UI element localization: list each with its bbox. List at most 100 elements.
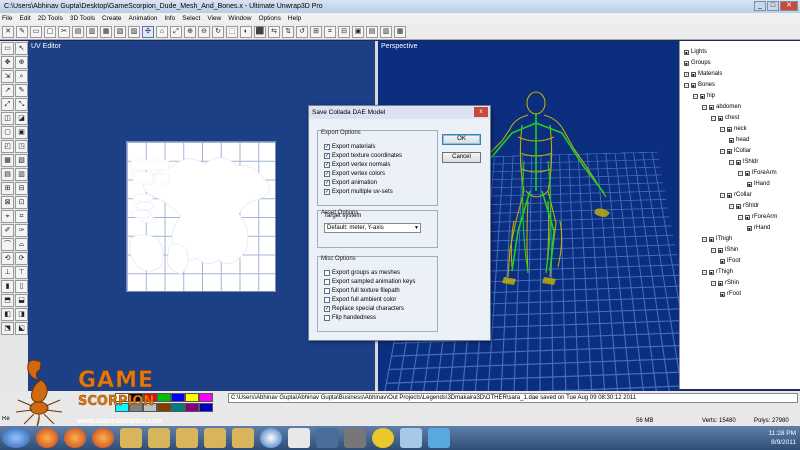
misc-options-row[interactable]: Export full ambient color — [324, 295, 415, 304]
left-tool-button[interactable]: ◳ — [15, 140, 28, 153]
menu-2d-tools[interactable]: 2D Tools — [38, 15, 63, 22]
toolbar-button[interactable]: ↺ — [296, 25, 308, 38]
app-icon[interactable] — [372, 428, 394, 448]
misc-options-row[interactable]: Flip handedness — [324, 313, 415, 322]
left-tool-button[interactable]: ⊕ — [15, 56, 28, 69]
toolbar-button[interactable]: ▦ — [100, 25, 112, 38]
tree-item[interactable]: + ■ Materials — [684, 71, 722, 77]
folder-icon[interactable] — [204, 428, 226, 448]
left-tool-button[interactable]: ◫ — [1, 112, 14, 125]
toolbar-button[interactable]: ▢ — [44, 25, 56, 38]
toolbar-button[interactable]: ⊖ — [198, 25, 210, 38]
menu-options[interactable]: Options — [258, 15, 280, 22]
checkbox[interactable] — [324, 278, 330, 285]
firefox-icon[interactable] — [92, 428, 114, 448]
tree-toggle-icon[interactable]: − — [720, 192, 725, 198]
tree-item[interactable]: − ■ lShin — [711, 247, 738, 253]
firefox-icon[interactable] — [64, 428, 86, 448]
tree-toggle-icon[interactable]: − — [702, 104, 707, 110]
left-tool-button[interactable]: ▦ — [1, 154, 14, 167]
toolbar-button[interactable]: ⌂ — [156, 25, 168, 38]
tree-item[interactable]: ■ Lights — [684, 49, 707, 55]
color-swatch[interactable] — [199, 393, 213, 402]
maximize-button[interactable]: □ — [767, 1, 779, 11]
close-button[interactable]: ✕ — [780, 1, 798, 11]
tree-toggle-icon[interactable]: − — [738, 170, 743, 176]
left-tool-button[interactable]: ⇲ — [1, 70, 14, 83]
left-tool-button[interactable]: ⊤ — [15, 266, 28, 279]
toolbar-button[interactable]: ▥ — [380, 25, 392, 38]
export-options-row[interactable]: ✓ Export multiple uv-sets — [324, 187, 402, 196]
toolbar-button[interactable]: ⬛ — [254, 25, 266, 38]
left-tool-button[interactable]: ▣ — [15, 126, 28, 139]
left-tool-button[interactable]: ▯ — [15, 280, 28, 293]
toolbar-button[interactable]: ⇅ — [282, 25, 294, 38]
tree-toggle-icon[interactable]: − — [711, 115, 716, 121]
app-icon[interactable] — [316, 428, 338, 448]
toolbar-button[interactable]: ✣ — [142, 25, 154, 38]
left-tool-button[interactable]: ▢ — [1, 126, 14, 139]
folder-icon[interactable] — [176, 428, 198, 448]
start-button[interactable] — [2, 428, 30, 448]
left-tool-button[interactable]: ✑ — [15, 224, 28, 237]
tree-item[interactable]: − ■ chest — [711, 115, 739, 121]
tree-item[interactable]: − ■ rShldr — [729, 203, 759, 209]
tree-toggle-icon[interactable]: − — [711, 280, 716, 286]
tree-item[interactable]: − ■ rThigh — [702, 269, 733, 275]
left-tool-button[interactable]: ◰ — [1, 140, 14, 153]
target-system-select[interactable]: Default: meter, Y-axis ▼ — [324, 223, 421, 233]
misc-options-row[interactable]: Export groups as meshes — [324, 268, 415, 277]
tree-toggle-icon[interactable]: − — [729, 203, 734, 209]
export-options-row[interactable]: ✓ Export materials — [324, 142, 402, 151]
taskbar-clock[interactable]: 11:28 PM 8/9/2011 — [769, 429, 796, 447]
checkbox[interactable]: ✓ — [324, 305, 330, 312]
checkbox[interactable]: ✓ — [324, 170, 330, 177]
left-tool-button[interactable]: ⊠ — [1, 196, 14, 209]
menu-animation[interactable]: Animation — [129, 15, 158, 22]
color-swatch[interactable] — [185, 393, 199, 402]
app-icon[interactable] — [428, 428, 450, 448]
checkbox[interactable]: ✓ — [324, 179, 330, 186]
left-tool-button[interactable]: ⟳ — [15, 252, 28, 265]
left-tool-button[interactable]: ▧ — [15, 154, 28, 167]
checkbox[interactable]: ✓ — [324, 188, 330, 195]
menu-info[interactable]: Info — [164, 15, 175, 22]
toolbar-button[interactable]: ▦ — [394, 25, 406, 38]
export-options-row[interactable]: ✓ Export texture coordinates — [324, 151, 402, 160]
uv-grid[interactable] — [126, 141, 276, 292]
left-tool-button[interactable]: ⬓ — [15, 294, 28, 307]
app-icon[interactable] — [288, 428, 310, 448]
color-swatch[interactable] — [185, 403, 199, 412]
folder-icon[interactable] — [148, 428, 170, 448]
left-tool-button[interactable]: ✎ — [15, 84, 28, 97]
toolbar-button[interactable]: ▥ — [86, 25, 98, 38]
menu-3d-tools[interactable]: 3D Tools — [70, 15, 95, 22]
checkbox[interactable] — [324, 296, 330, 303]
left-tool-button[interactable]: ◧ — [1, 308, 14, 321]
left-tool-button[interactable]: ⌒ — [1, 238, 14, 251]
app-icon[interactable] — [344, 428, 366, 448]
tree-item[interactable]: − ■ lThigh — [702, 236, 732, 242]
tree-item[interactable]: ■ rHand — [747, 225, 770, 231]
dialog-close-button[interactable]: x — [474, 107, 488, 117]
toolbar-button[interactable]: ⊟ — [338, 25, 350, 38]
toolbar-button[interactable]: ⤢ — [170, 25, 182, 38]
checkbox[interactable]: ✓ — [324, 152, 330, 159]
toolbar-button[interactable]: ⊕ — [184, 25, 196, 38]
toolbar-button[interactable]: ▤ — [366, 25, 378, 38]
left-tool-button[interactable]: ⌖ — [1, 210, 14, 223]
checkbox[interactable] — [324, 287, 330, 294]
menu-help[interactable]: Help — [288, 15, 301, 22]
left-tool-button[interactable]: ⊟ — [15, 182, 28, 195]
toolbar-button[interactable]: ↻ — [212, 25, 224, 38]
checkbox[interactable]: ✓ — [324, 143, 330, 150]
toolbar-button[interactable]: ✕ — [2, 25, 14, 38]
menu-select[interactable]: Select — [182, 15, 200, 22]
left-tool-button[interactable]: ✥ — [1, 56, 14, 69]
toolbar-button[interactable]: ▣ — [352, 25, 364, 38]
left-tool-button[interactable]: ⤡ — [15, 98, 28, 111]
checkbox[interactable] — [324, 269, 330, 276]
left-tool-button[interactable]: ⌕ — [15, 70, 28, 83]
misc-options-row[interactable]: Export full texture filepath — [324, 286, 415, 295]
unwrap3d-icon[interactable] — [260, 428, 282, 448]
